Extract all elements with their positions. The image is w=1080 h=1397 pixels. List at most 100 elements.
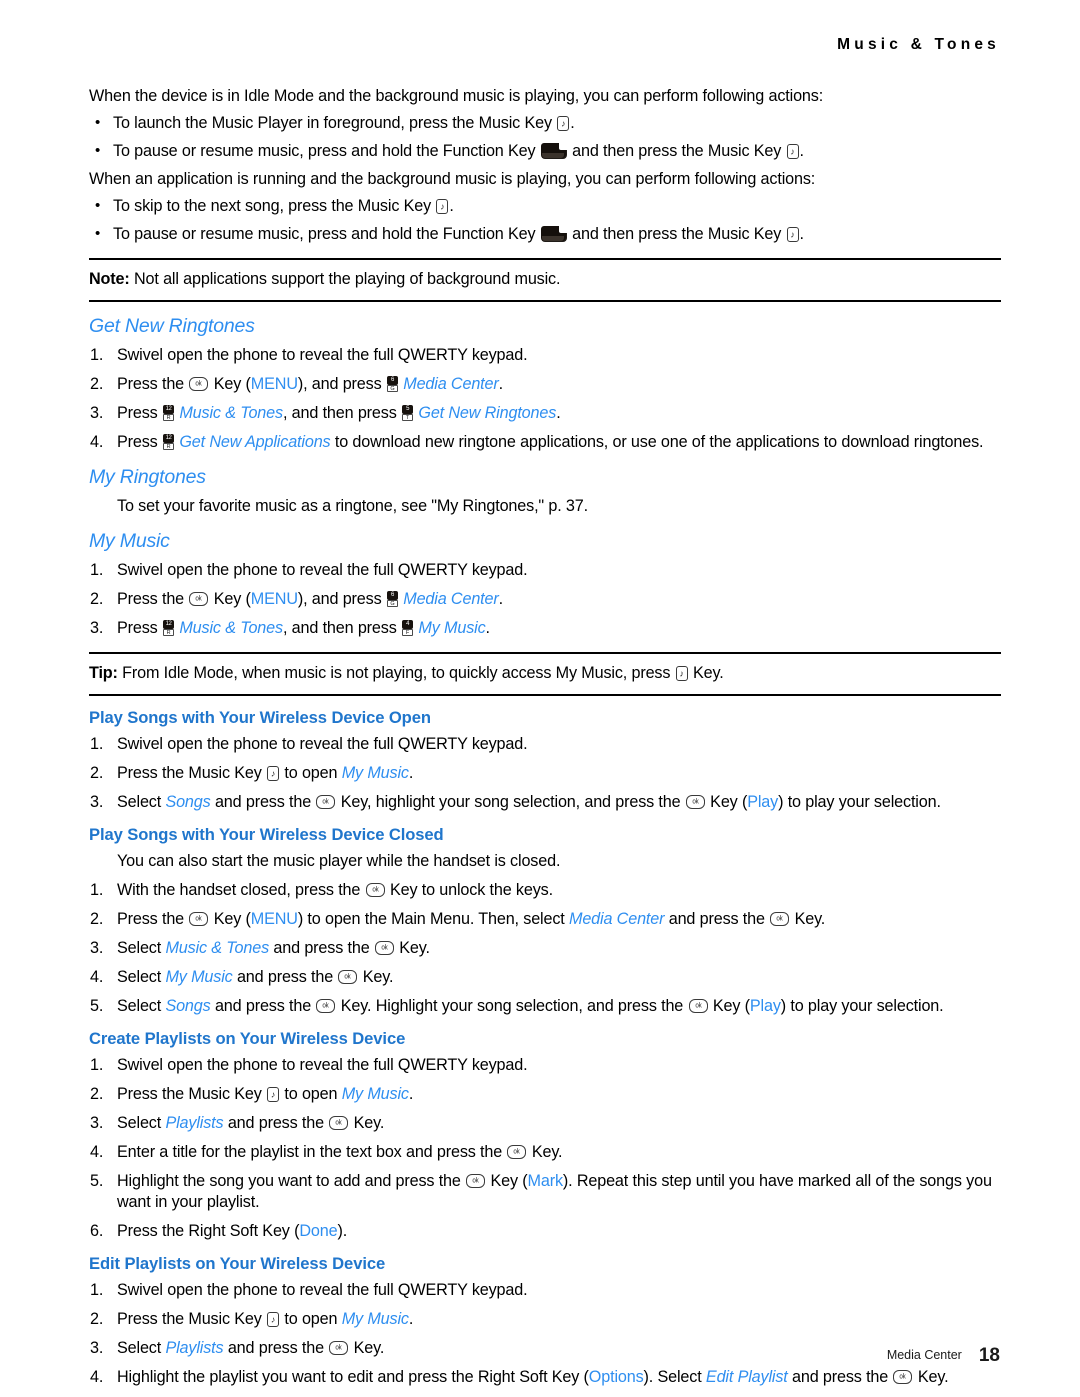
step-text: ) to play your selection. — [778, 793, 941, 811]
menu-link-media-center: Media Center — [403, 375, 499, 393]
music-key-icon — [267, 766, 280, 781]
step-text: . — [408, 1085, 414, 1103]
section-heading-get-new-ringtones: Get New Ringtones — [89, 315, 255, 337]
bullet-text-end: . — [449, 197, 454, 215]
app-running-bullet-list: To skip to the next song, press the Musi… — [89, 195, 1001, 245]
step-text: to download new ringtone applications, o… — [330, 433, 984, 451]
page-content: When the device is in Idle Mode and the … — [89, 86, 1001, 1396]
step-text: , and then press — [282, 404, 402, 422]
step-text: Select — [117, 793, 166, 811]
ok-key-icon — [329, 1341, 349, 1355]
key-letter: G — [386, 385, 398, 392]
softkey-label-mark: Mark — [527, 1172, 564, 1190]
play-songs-closed-intro: You can also start the music player whil… — [117, 852, 561, 870]
list-item: Enter a title for the playlist in the te… — [89, 1142, 1001, 1163]
music-key-icon — [675, 666, 688, 681]
menu-link-media-center: Media Center — [569, 910, 665, 928]
footer-section-label: Media Center — [886, 1348, 962, 1362]
key-letter: G — [386, 600, 398, 607]
step-text: Press the — [117, 375, 189, 393]
list-item: Swivel open the phone to reveal the full… — [90, 560, 528, 581]
step-text: Key. — [358, 968, 394, 986]
step-text: Enter a title for the playlist in the te… — [117, 1143, 507, 1161]
step-text: Key. — [349, 1339, 385, 1357]
ok-key-icon — [338, 970, 358, 984]
list-item: To pause or resume music, press and hold… — [89, 223, 1001, 245]
step-text: to open — [280, 1085, 342, 1103]
list-item: Swivel open the phone to reveal the full… — [90, 1280, 528, 1301]
ok-key-icon — [189, 592, 209, 606]
note-callout: Note: Not all applications support the p… — [89, 258, 1001, 302]
menu-link-music-tones: Music & Tones — [179, 404, 283, 422]
step-text: . — [498, 590, 504, 608]
step-text: and press the — [787, 1368, 893, 1386]
music-key-icon — [267, 1087, 280, 1102]
my-ringtones-body: To set your favorite music as a ringtone… — [117, 497, 588, 515]
step-text: . — [408, 1310, 414, 1328]
step-text: to open — [280, 1310, 342, 1328]
step-text: Highlight the song you want to add and p… — [117, 1172, 466, 1190]
function-key-icon — [540, 226, 567, 242]
list-item: Select Playlists and press the Key. — [89, 1338, 1001, 1359]
ok-key-icon — [189, 377, 209, 391]
list-item: Press the Key (MENU), and press 6G Media… — [89, 589, 1001, 610]
menu-link-edit-playlist: Edit Playlist — [705, 1368, 788, 1386]
step-text: and press the — [232, 968, 338, 986]
menu-link-media-center: Media Center — [403, 590, 499, 608]
key-number: 6 — [386, 376, 398, 385]
step-text: Key. — [790, 910, 826, 928]
menu-link-music-tones: Music & Tones — [165, 939, 270, 957]
softkey-label-play: Play — [747, 793, 779, 811]
subheading-create-playlists: Create Playlists on Your Wireless Device — [89, 1029, 406, 1048]
music-key-icon — [436, 199, 449, 214]
manual-page: Music & Tones When the device is in Idle… — [0, 0, 1080, 1397]
tip-text-end: Key. — [688, 664, 724, 682]
menu-link-get-new-ringtones: Get New Ringtones — [418, 404, 557, 422]
list-item: Press the Right Soft Key (Done). — [89, 1221, 1001, 1242]
list-item: To pause or resume music, press and hold… — [89, 140, 1001, 162]
tip-paragraph: Tip: From Idle Mode, when music is not p… — [89, 663, 1001, 684]
ok-key-icon — [688, 999, 708, 1013]
running-header: Music & Tones — [837, 36, 1000, 53]
list-item: Swivel open the phone to reveal the full… — [90, 345, 528, 366]
menu-link-songs: Songs — [165, 997, 211, 1015]
ok-key-icon — [770, 912, 790, 926]
list-item: Press 12 R Music & Tones, and then press … — [89, 403, 1001, 424]
my-music-steps: Swivel open the phone to reveal the full… — [89, 560, 1001, 639]
bullet-text: To pause or resume music, press and hold… — [113, 142, 540, 160]
key-number: 6 — [386, 591, 398, 600]
section-heading-my-music: My Music — [89, 530, 170, 552]
step-text: Press the Music Key — [117, 764, 267, 782]
softkey-label-play: Play — [749, 997, 781, 1015]
bullet-text-end: . — [570, 114, 575, 132]
key-number: 4 — [402, 620, 414, 629]
ok-key-icon — [365, 883, 385, 897]
letter-key-icon-g: 6G — [386, 591, 398, 607]
bullet-text-mid: and then press the Music Key — [567, 142, 786, 160]
step-text: Key. — [394, 939, 430, 957]
music-key-icon — [267, 1312, 280, 1327]
page-number: 18 — [978, 1345, 1000, 1366]
list-item: Press the Music Key to open My Music. — [89, 1309, 1001, 1330]
intro-paragraph-2: When an application is running and the b… — [89, 170, 816, 188]
music-key-icon — [786, 227, 799, 242]
play-songs-open-steps: Swivel open the phone to reveal the full… — [89, 734, 1001, 813]
step-text: ), and press — [297, 375, 386, 393]
step-text: ). — [337, 1222, 348, 1240]
step-text: Press — [117, 433, 162, 451]
ok-key-icon — [316, 795, 336, 809]
tip-text: From Idle Mode, when music is not playin… — [122, 664, 675, 682]
step-text: ) to open the Main Menu. Then, select — [297, 910, 569, 928]
idle-mode-bullet-list: To launch the Music Player in foreground… — [89, 112, 1001, 162]
step-text: Key. — [349, 1114, 385, 1132]
page-footer: Media Center 18 — [887, 1345, 1000, 1367]
function-key-icon — [540, 143, 567, 159]
list-item: Highlight the song you want to add and p… — [89, 1171, 1001, 1213]
menu-link-my-music: My Music — [341, 1310, 409, 1328]
note-label: Note: — [89, 270, 130, 288]
menu-label: MENU — [250, 375, 298, 393]
step-text: . — [498, 375, 504, 393]
ok-key-icon — [374, 941, 394, 955]
step-text: Key ( — [213, 375, 251, 393]
step-text: ), and press — [297, 590, 386, 608]
